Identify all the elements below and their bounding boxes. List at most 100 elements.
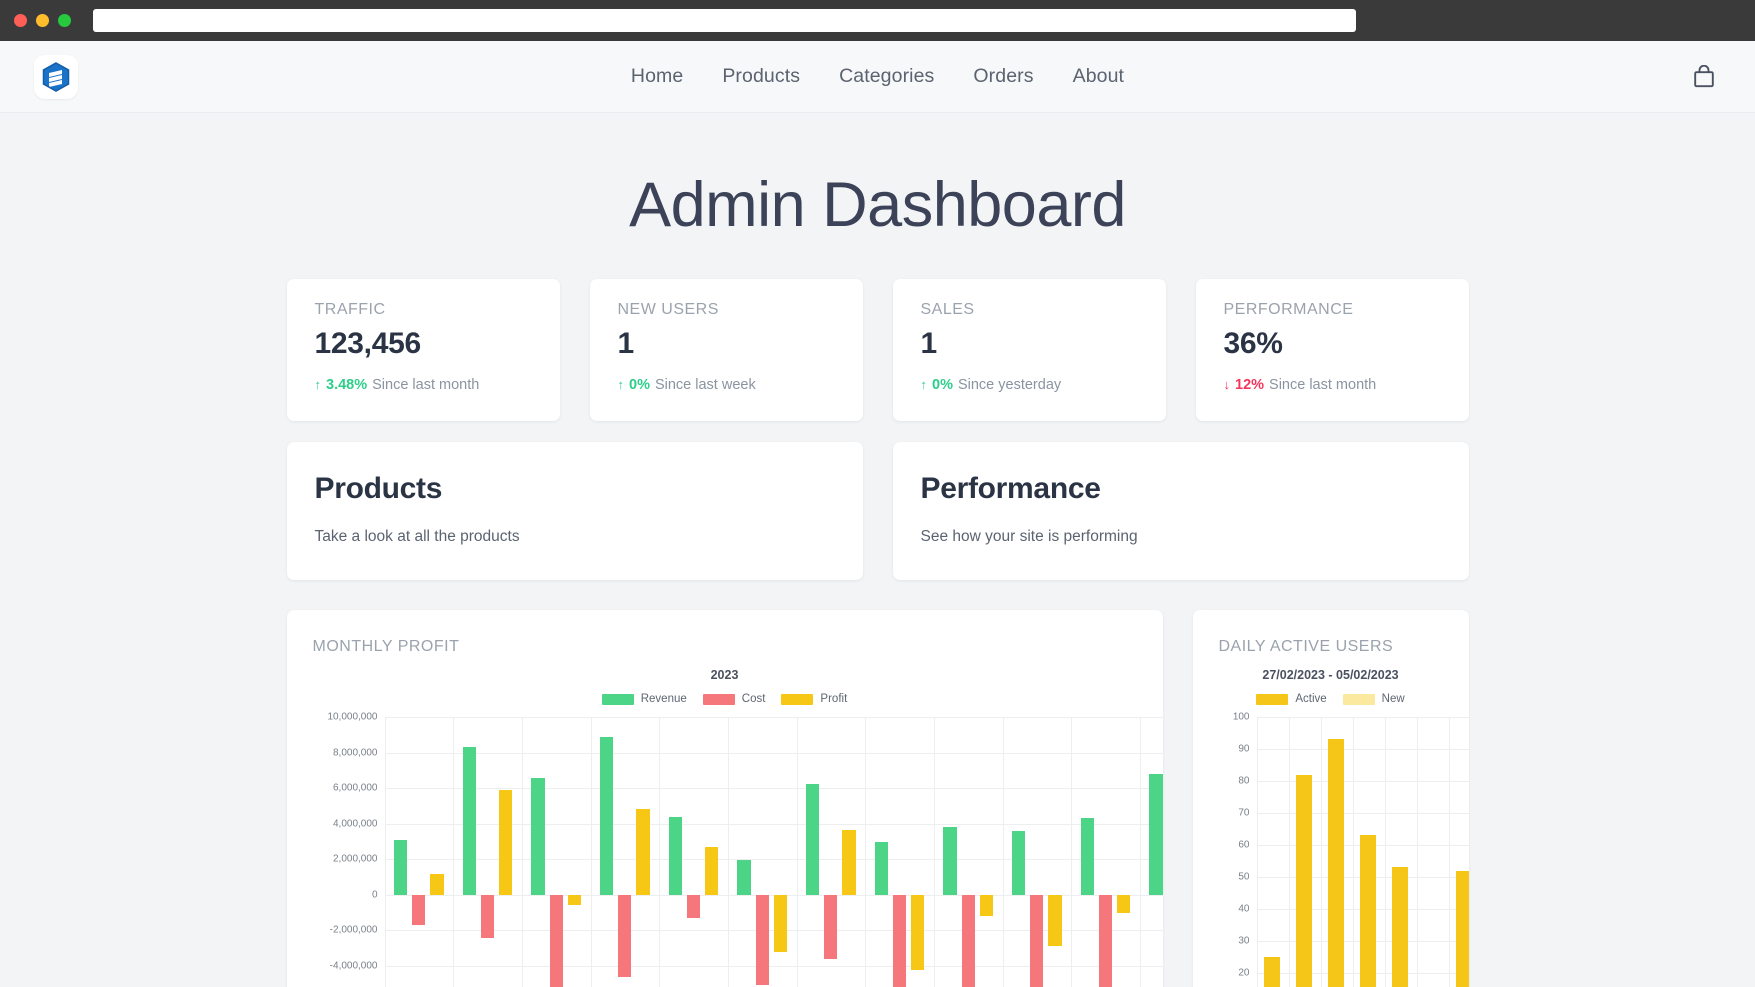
- window-maximize-button[interactable]: [58, 14, 71, 27]
- legend-swatch-icon: [1342, 693, 1375, 705]
- bar-revenue[interactable]: [806, 783, 820, 895]
- bar-revenue[interactable]: [394, 839, 408, 895]
- stat-card-sales[interactable]: SALES 1 ↑ 0% Since yesterday: [892, 279, 1166, 421]
- bar-profit[interactable]: [705, 846, 719, 895]
- stat-card-performance[interactable]: PERFORMANCE 36% ↓ 12% Since last month: [1195, 279, 1469, 421]
- arrow-up-icon: ↑: [920, 377, 928, 392]
- legend-item-active[interactable]: Active: [1256, 693, 1327, 705]
- gridline-vertical: [453, 717, 455, 987]
- y-axis-tick-label: 20: [1238, 967, 1250, 979]
- address-bar[interactable]: [93, 9, 1356, 32]
- stat-delta-period: Since last week: [654, 377, 756, 393]
- stat-delta-value: 12%: [1235, 377, 1265, 393]
- bar-revenue[interactable]: [668, 817, 682, 895]
- bar-cost[interactable]: [961, 894, 975, 987]
- bar-cost[interactable]: [892, 894, 907, 987]
- stat-card-traffic[interactable]: TRAFFIC 123,456 ↑ 3.48% Since last month: [286, 279, 560, 421]
- bar-cost[interactable]: [412, 894, 426, 925]
- nav-link-categories[interactable]: Categories: [839, 65, 934, 88]
- bar-cost[interactable]: [549, 894, 563, 987]
- bar-active[interactable]: [1359, 835, 1377, 987]
- stat-label: NEW USERS: [617, 301, 719, 318]
- stat-delta-period: Since last month: [1269, 377, 1377, 393]
- legend-swatch-icon: [702, 693, 735, 705]
- bar-revenue[interactable]: [531, 778, 545, 895]
- panel-title: Products: [314, 472, 443, 505]
- bar-active[interactable]: [1455, 870, 1469, 987]
- bar-active[interactable]: [1295, 774, 1313, 987]
- stat-delta: ↑ 0% Since yesterday: [921, 377, 1138, 393]
- bar-cost[interactable]: [480, 894, 495, 939]
- legend-item-cost[interactable]: Cost: [702, 693, 765, 705]
- bar-revenue[interactable]: [943, 827, 957, 895]
- bar-revenue[interactable]: [1012, 830, 1026, 895]
- bar-profit[interactable]: [773, 894, 787, 952]
- window-close-button[interactable]: [14, 14, 27, 27]
- bar-cost[interactable]: [1030, 894, 1044, 987]
- plot-inner: [1256, 717, 1469, 987]
- chart-card-monthly-profit: MONTHLY PROFIT 2023 Revenue Cost Profit 10…: [286, 610, 1163, 987]
- window-minimize-button[interactable]: [36, 14, 49, 27]
- bar-profit[interactable]: [499, 789, 513, 895]
- nav-link-products[interactable]: Products: [722, 65, 800, 88]
- bar-profit[interactable]: [1048, 894, 1062, 947]
- bar-cost[interactable]: [755, 894, 769, 986]
- y-axis-tick-label: 4,000,000: [333, 818, 378, 830]
- stat-delta: ↓ 12% Since last month: [1224, 377, 1441, 393]
- gridline-vertical: [659, 717, 661, 987]
- y-axis-tick-label: 90: [1238, 743, 1250, 755]
- bar-active[interactable]: [1263, 957, 1281, 987]
- bar-revenue[interactable]: [1080, 818, 1094, 895]
- bar-revenue[interactable]: [737, 860, 751, 895]
- bar-cost[interactable]: [618, 894, 632, 978]
- stat-delta-period: Since yesterday: [957, 377, 1062, 393]
- bar-revenue[interactable]: [600, 736, 614, 895]
- shopping-bag-button[interactable]: [1687, 60, 1721, 94]
- stat-delta: ↑ 3.48% Since last month: [315, 377, 532, 393]
- y-axis-tick-label: 0: [371, 889, 378, 901]
- nav-link-about[interactable]: About: [1073, 65, 1124, 88]
- bar-profit[interactable]: [911, 894, 925, 971]
- bar-cost[interactable]: [686, 894, 701, 918]
- legend-item-new[interactable]: New: [1342, 693, 1405, 705]
- y-axis-tick-label: 100: [1232, 711, 1250, 723]
- legend-label: New: [1381, 693, 1405, 705]
- bar-profit[interactable]: [842, 829, 856, 895]
- gridline-vertical: [384, 717, 386, 987]
- chart-kicker: MONTHLY PROFIT: [312, 638, 460, 655]
- stat-value: 1: [920, 327, 938, 360]
- panel-card-products[interactable]: Products Take a look at all the products: [286, 442, 863, 580]
- chart-title: 2023: [710, 668, 739, 682]
- legend-item-profit[interactable]: Profit: [781, 693, 847, 705]
- bar-revenue[interactable]: [874, 842, 888, 895]
- bar-cost[interactable]: [824, 894, 838, 959]
- bar-active[interactable]: [1327, 739, 1345, 987]
- bar-profit[interactable]: [567, 894, 581, 906]
- site-navbar: Home Products Categories Orders About: [0, 41, 1755, 113]
- bar-active[interactable]: [1391, 867, 1409, 987]
- bar-profit[interactable]: [636, 809, 650, 895]
- panel-subtitle: Take a look at all the products: [314, 528, 520, 545]
- y-axis-tick-label: 2,000,000: [333, 853, 378, 865]
- bar-profit[interactable]: [979, 894, 993, 917]
- gridline-vertical: [933, 717, 935, 987]
- panel-card-performance[interactable]: Performance See how your site is perform…: [892, 442, 1469, 580]
- nav-link-home[interactable]: Home: [631, 65, 683, 88]
- y-axis-tick-label: 8,000,000: [333, 747, 378, 759]
- legend-item-revenue[interactable]: Revenue: [601, 693, 687, 705]
- y-axis-tick-label: 50: [1238, 871, 1250, 883]
- gridline-horizontal: [384, 965, 1163, 967]
- legend-label: Revenue: [640, 693, 687, 705]
- gridline-vertical: [1288, 717, 1290, 987]
- gridline-vertical: [1320, 717, 1322, 987]
- panel-card-row: Products Take a look at all the products…: [286, 442, 1469, 580]
- bar-profit[interactable]: [430, 874, 444, 895]
- bar-cost[interactable]: [1098, 894, 1113, 987]
- nav-link-orders[interactable]: Orders: [973, 65, 1033, 88]
- legend-swatch-icon: [781, 693, 814, 705]
- bar-profit[interactable]: [1117, 894, 1131, 913]
- bar-revenue[interactable]: [462, 747, 476, 895]
- panel-title: Performance: [920, 472, 1101, 505]
- bar-revenue[interactable]: [1149, 773, 1163, 895]
- stat-card-new-users[interactable]: NEW USERS 1 ↑ 0% Since last week: [589, 279, 863, 421]
